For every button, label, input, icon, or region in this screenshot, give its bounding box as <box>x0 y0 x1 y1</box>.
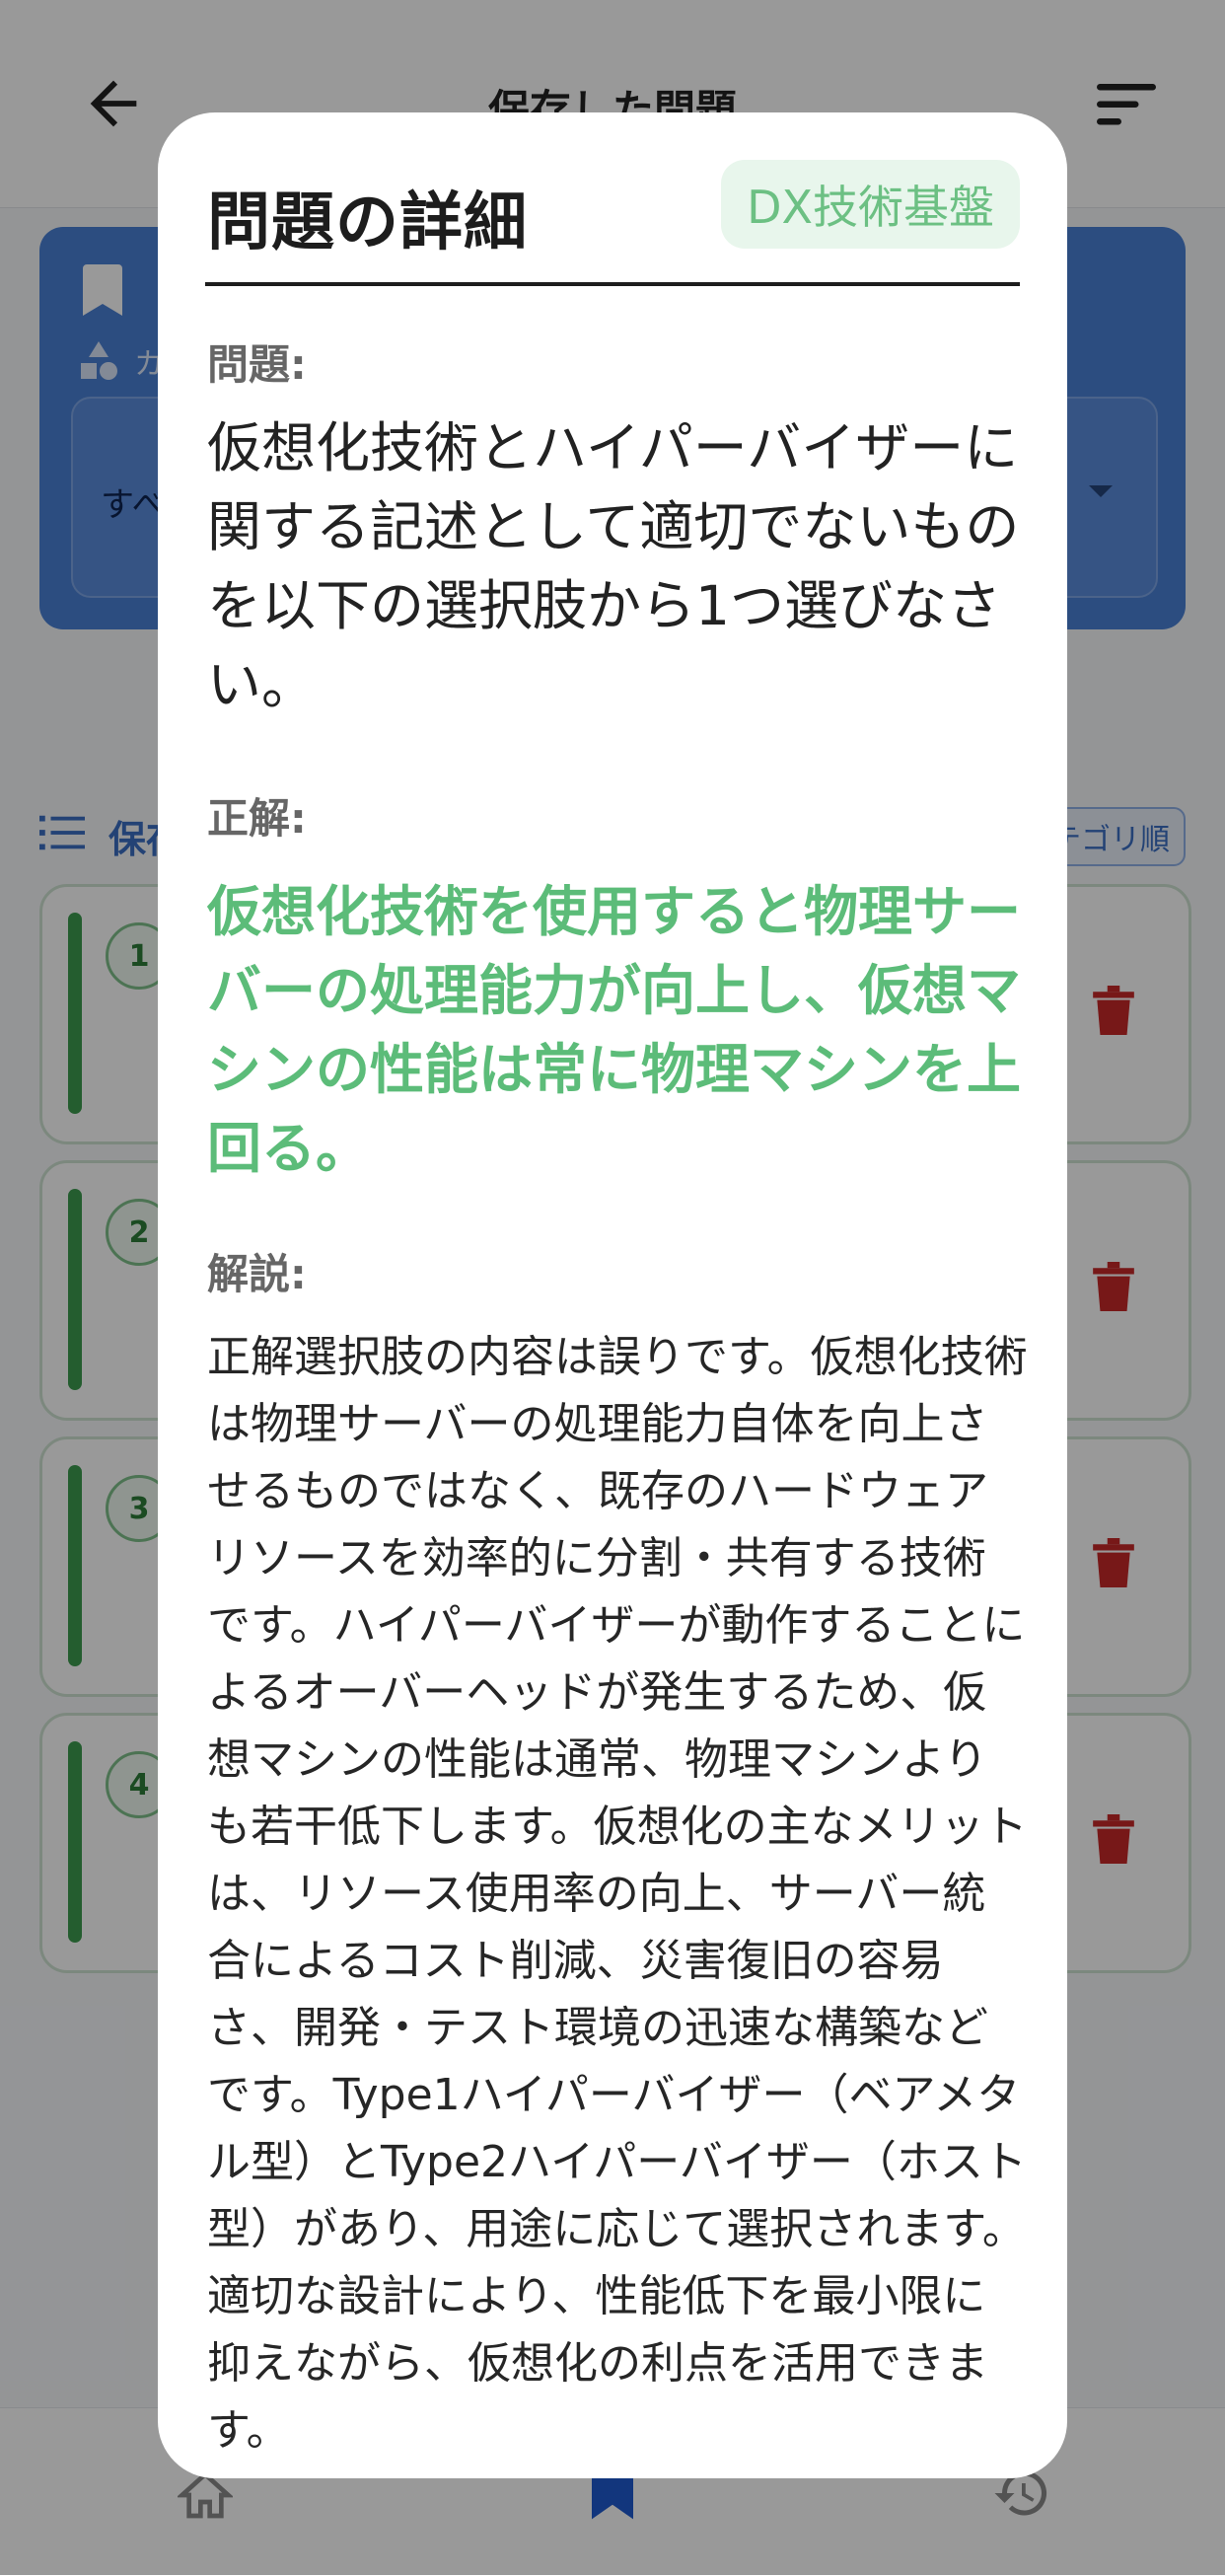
answer-label: 正解: <box>207 794 307 843</box>
explanation-label: 解説: <box>207 1250 307 1298</box>
modal-title: 問題の詳細 <box>207 186 528 259</box>
question-label: 問題: <box>207 340 307 389</box>
explanation-text: 正解選択肢の内容は誤りです。仮想化技術は物理サーバーの処理能力自体を向上させるも… <box>207 1332 1028 2456</box>
title-divider <box>205 282 1020 286</box>
category-chip: DX技術基盤 <box>721 160 1020 249</box>
question-text: 仮想化技術とハイパーバイザーに関する記述として適切でないものを以下の選択肢から1… <box>207 416 1020 716</box>
question-detail-modal: 問題の詳細 DX技術基盤 問題: 仮想化技術とハイパーバイザーに関する記述として… <box>158 112 1067 2478</box>
correct-answer-text: 仮想化技術を使用すると物理サーバーの処理能力が向上し、仮想マシンの性能は常に物理… <box>207 880 1022 1180</box>
